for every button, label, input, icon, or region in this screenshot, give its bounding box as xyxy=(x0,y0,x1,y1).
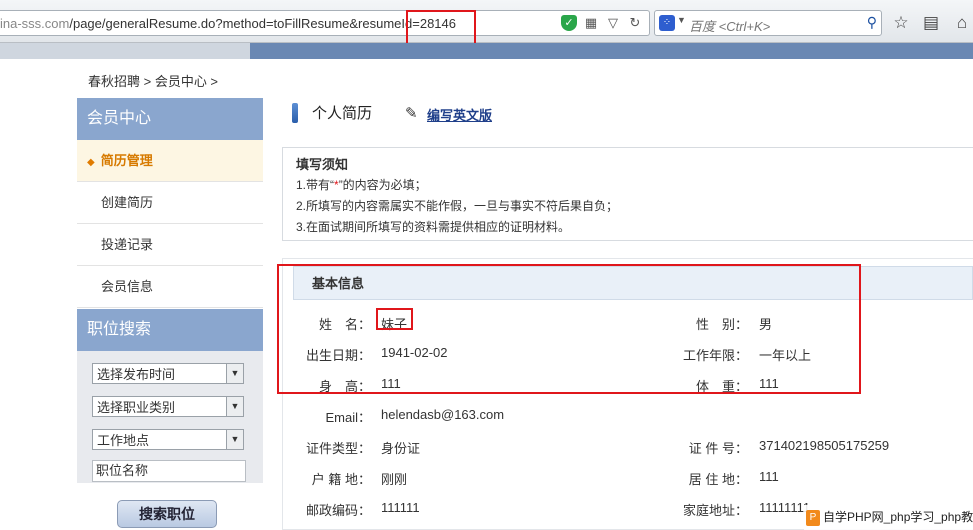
notice-title: 填写须知 xyxy=(296,157,349,172)
job-search-panel: 选择发布时间 ▼ 选择职业类别 ▼ 工作地点 ▼ 职位名称 xyxy=(77,351,263,483)
field-value-home-address: 11111111 xyxy=(759,500,811,515)
field-value-residence: 111 xyxy=(759,469,779,484)
notice-line-2: 2.所填写的内容需属实不能作假，一旦与事实不符后果自负； xyxy=(296,199,619,213)
dropdown-icon[interactable]: ▽ xyxy=(605,15,621,31)
job-category-select[interactable]: 选择职业类别 ▼ xyxy=(92,396,244,417)
field-label-postcode: 邮政编码： xyxy=(305,503,371,518)
work-location-select[interactable]: 工作地点 ▼ xyxy=(92,429,244,450)
home-icon[interactable]: ⌂ xyxy=(951,12,973,34)
address-bar[interactable]: ina-sss.com/page/generalResume.do?method… xyxy=(0,10,650,36)
basic-info-highlight-box xyxy=(277,264,861,394)
search-box[interactable]: ⁘ ▼ 百度 <Ctrl+K> ⚲ xyxy=(654,10,882,36)
field-label-residence: 居 住 地： xyxy=(688,472,748,487)
watermark: P 自学PHP网_php学习_php教程 xyxy=(804,505,973,530)
chevron-down-icon[interactable]: ▼ xyxy=(226,364,243,383)
field-value-id-type: 身份证 xyxy=(381,441,421,456)
field-label-home-address: 家庭地址： xyxy=(682,503,748,518)
search-icon[interactable]: ⚲ xyxy=(867,14,877,31)
field-label-email: Email： xyxy=(325,410,371,425)
shield-icon[interactable]: ✓ xyxy=(561,15,577,31)
sidebar-item-member-info[interactable]: 会员信息 xyxy=(77,266,263,308)
breadcrumb: 春秋招聘 > 会员中心 > xyxy=(88,74,219,89)
field-value-hukou: 刚刚 xyxy=(381,472,408,487)
field-value-id-number: 371402198505175259 xyxy=(759,438,890,453)
php-logo-icon: P xyxy=(806,509,820,526)
arrow-bullet-icon: ◆ xyxy=(87,157,95,168)
watermark-text: 自学PHP网_php学习_php教程 xyxy=(823,510,973,524)
site-header-stripe xyxy=(0,43,973,59)
select-value: 工作地点 xyxy=(97,433,150,448)
publish-time-select[interactable]: 选择发布时间 ▼ xyxy=(92,363,244,384)
reload-icon[interactable]: ↻ xyxy=(627,15,643,31)
url-path: /page/generalResume.do?method=toFillResu… xyxy=(69,16,456,31)
sidebar-item-resume-manage[interactable]: ◆ 简历管理 xyxy=(77,140,263,182)
field-label-hukou: 户 籍 地： xyxy=(311,472,371,487)
member-center-heading: 会员中心 xyxy=(77,98,263,140)
page-title-text: 个人简历 xyxy=(312,105,373,122)
star-icon[interactable]: ☆ xyxy=(890,12,912,34)
select-value: 选择发布时间 xyxy=(97,367,176,382)
notice-box: 填写须知 1.带有“*”的内容为必填； 2.所填写的内容需属实不能作假，一旦与事… xyxy=(282,147,973,241)
sidebar-item-label: 简历管理 xyxy=(100,153,153,168)
bookmarks-icon[interactable]: ▤ xyxy=(920,12,942,34)
browser-toolbar: ina-sss.com/page/generalResume.do?method… xyxy=(0,0,973,43)
field-value-postcode: 111111 xyxy=(381,500,420,515)
name-highlight-box xyxy=(376,308,413,330)
address-bar-icons: ✓ ▦ ▽ ↻ xyxy=(561,15,643,31)
sidebar: 会员中心 ◆ 简历管理 创建简历 投递记录 会员信息 职位搜索 选择发布时间 ▼ 选… xyxy=(77,98,263,528)
field-label-id-number: 证 件 号： xyxy=(688,441,748,456)
field-label-id-type: 证件类型： xyxy=(305,441,371,456)
site-header-dark xyxy=(250,43,973,59)
sidebar-item-create-resume[interactable]: 创建简历 xyxy=(77,182,263,224)
notice-line-3: 3.在面试期间所填写的资料需提供相应的证明材料。 xyxy=(296,220,571,234)
url-domain: ina-sss.com xyxy=(0,16,70,31)
page-title: 个人简历 xyxy=(292,102,372,123)
job-search-heading: 职位搜索 xyxy=(77,309,263,351)
qr-icon[interactable]: ▦ xyxy=(583,15,599,31)
search-placeholder: 百度 <Ctrl+K> xyxy=(689,19,771,34)
engine-dropdown-icon[interactable]: ▼ xyxy=(677,15,686,25)
pencil-icon: ✎ xyxy=(405,105,418,122)
notice-line-1: 1.带有“*”的内容为必填； xyxy=(296,178,427,192)
write-english-link[interactable]: 编写英文版 xyxy=(427,105,492,124)
sidebar-item-delivery-records[interactable]: 投递记录 xyxy=(77,224,263,266)
select-value: 选择职业类别 xyxy=(97,400,176,415)
chevron-down-icon[interactable]: ▼ xyxy=(226,397,243,416)
field-value-email: helendasb@163.com xyxy=(381,407,505,422)
job-name-input[interactable]: 职位名称 xyxy=(92,460,246,482)
search-jobs-button[interactable]: 搜索职位 xyxy=(117,500,217,528)
url-text[interactable]: ina-sss.com/page/generalResume.do?method… xyxy=(0,16,456,31)
title-bar-icon xyxy=(292,102,298,123)
chevron-down-icon[interactable]: ▼ xyxy=(226,430,243,449)
baidu-icon[interactable]: ⁘ xyxy=(659,15,675,31)
